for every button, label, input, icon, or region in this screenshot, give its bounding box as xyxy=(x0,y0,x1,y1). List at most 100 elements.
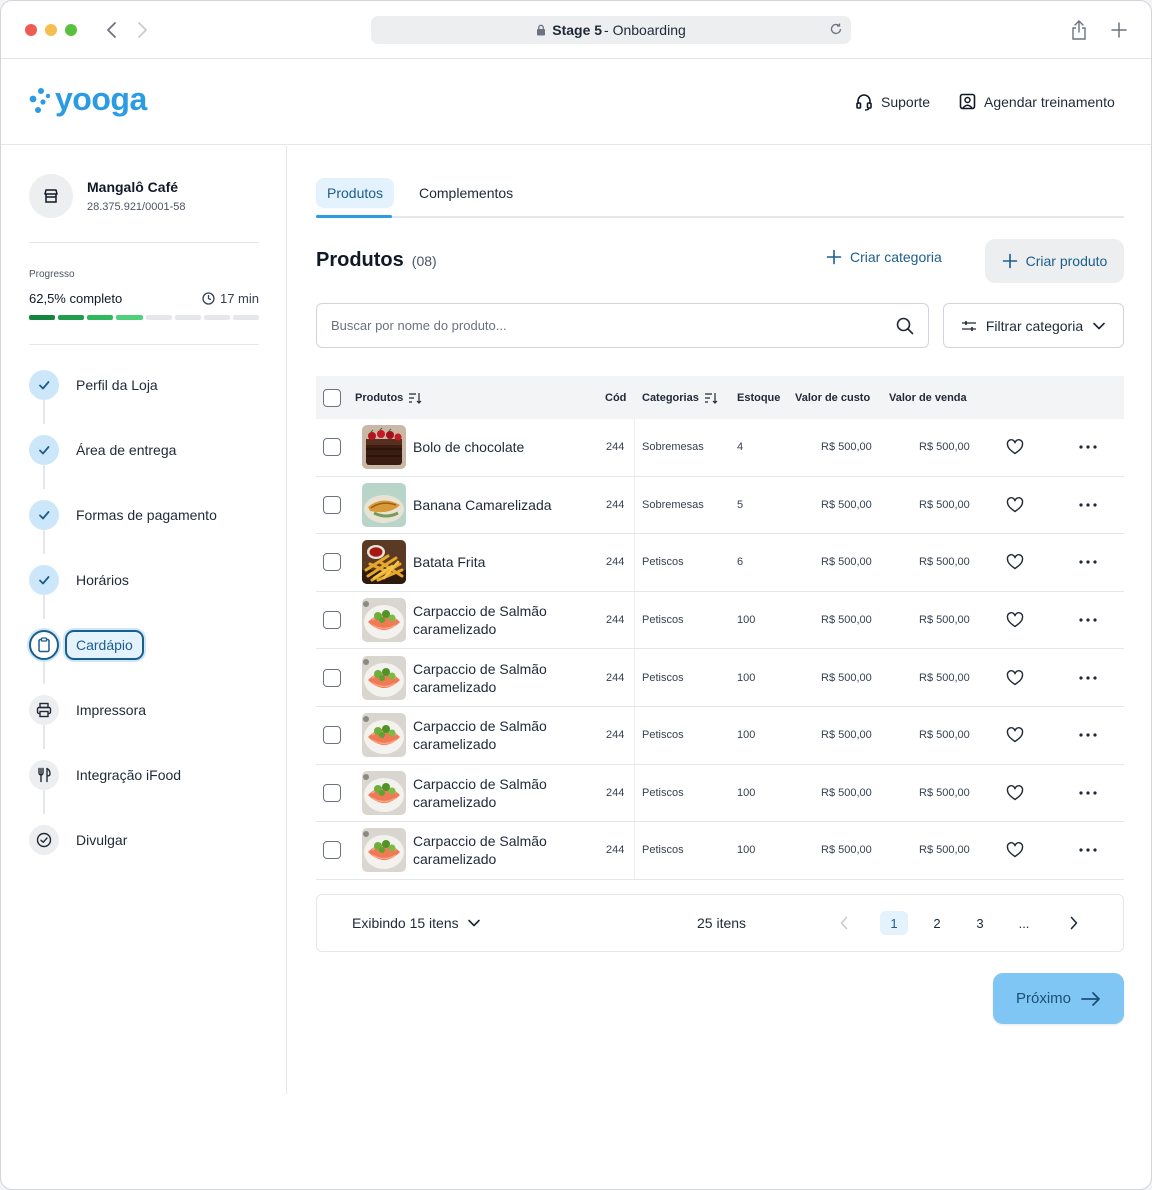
support-label: Suporte xyxy=(881,94,931,110)
step-formas-de-pagamento[interactable]: Formas de pagamento xyxy=(29,500,217,530)
product-name[interactable]: Carpaccio de Salmão caramelizado xyxy=(413,602,593,638)
more-options-icon[interactable] xyxy=(1079,707,1097,764)
row-checkbox[interactable] xyxy=(323,841,341,860)
table-row[interactable]: Carpaccio de Salmão caramelizado 244 Pet… xyxy=(316,706,1124,765)
clipboard-icon xyxy=(29,630,59,660)
step-cardapio[interactable]: Cardápio xyxy=(29,630,144,660)
row-checkbox[interactable] xyxy=(323,495,341,514)
heart-icon[interactable] xyxy=(1006,649,1024,706)
step-integracao-ifood[interactable]: Integração iFood xyxy=(29,760,181,790)
table-row[interactable]: Carpaccio de Salmão caramelizado 244 Pet… xyxy=(316,822,1124,880)
row-checkbox[interactable] xyxy=(323,438,341,457)
back-arrow-icon[interactable] xyxy=(99,17,123,43)
product-name[interactable]: Banana Camarelizada xyxy=(413,496,593,514)
active-tab-indicator xyxy=(316,215,392,218)
reload-icon[interactable] xyxy=(829,22,843,36)
product-image xyxy=(362,770,406,815)
heart-icon[interactable] xyxy=(1006,477,1024,534)
table-header: Produtos Cód Categorias Estoque Valor de… xyxy=(316,376,1124,419)
product-name[interactable]: Carpaccio de Salmão caramelizado xyxy=(413,832,593,868)
more-options-icon[interactable] xyxy=(1079,649,1097,706)
row-checkbox[interactable] xyxy=(323,553,341,572)
create-category-button[interactable]: Criar categoria xyxy=(826,249,942,265)
close-window-button[interactable] xyxy=(25,24,37,36)
more-options-icon[interactable] xyxy=(1079,592,1097,649)
fork-knife-icon xyxy=(29,760,59,790)
more-options-icon[interactable] xyxy=(1079,477,1097,534)
product-name[interactable]: Carpaccio de Salmão caramelizado xyxy=(413,775,593,811)
page-button-2[interactable]: 2 xyxy=(923,911,951,935)
product-price: R$ 500,00 xyxy=(919,614,970,627)
product-price: R$ 500,00 xyxy=(919,671,970,684)
search-box xyxy=(316,303,929,348)
product-name[interactable]: Carpaccio de Salmão caramelizado xyxy=(413,717,593,753)
product-category: Sobremesas xyxy=(642,498,704,511)
table-row[interactable]: Carpaccio de Salmão caramelizado 244 Pet… xyxy=(316,649,1124,707)
product-category: Petiscos xyxy=(642,671,684,684)
sidebar-divider xyxy=(29,344,259,345)
check-circle-icon xyxy=(29,825,59,855)
step-impressora[interactable]: Impressora xyxy=(29,695,146,725)
minimize-window-button[interactable] xyxy=(45,24,57,36)
table-row[interactable]: Bolo de chocolate 244 Sobremesas 4 R$ 50… xyxy=(316,419,1124,477)
items-per-page-dropdown[interactable]: Exibindo 15 itens xyxy=(352,915,481,931)
row-checkbox[interactable] xyxy=(323,726,341,745)
product-name[interactable]: Carpaccio de Salmão caramelizado xyxy=(413,660,593,696)
step-area-de-entrega[interactable]: Área de entrega xyxy=(29,435,176,465)
column-header-categorias[interactable]: Categorias xyxy=(642,376,718,419)
forward-arrow-icon[interactable] xyxy=(131,17,155,43)
tab-produtos[interactable]: Produtos xyxy=(316,178,395,208)
product-stock: 5 xyxy=(737,498,744,511)
search-icon[interactable] xyxy=(896,317,914,335)
heart-icon[interactable] xyxy=(1006,707,1024,764)
row-checkbox[interactable] xyxy=(323,611,341,630)
more-options-icon[interactable] xyxy=(1079,822,1097,879)
page-button-1[interactable]: 1 xyxy=(880,911,908,935)
product-image xyxy=(362,482,406,527)
step-label: Formas de pagamento xyxy=(76,507,217,523)
heart-icon[interactable] xyxy=(1006,419,1024,476)
page-button-3[interactable]: 3 xyxy=(966,911,994,935)
next-step-button[interactable]: Próximo xyxy=(993,973,1124,1024)
tab-complementos[interactable]: Complementos xyxy=(408,178,524,208)
share-icon[interactable] xyxy=(1068,19,1090,41)
yooga-logo-icon xyxy=(29,87,51,113)
column-header-produtos[interactable]: Produtos xyxy=(355,376,422,419)
heart-icon[interactable] xyxy=(1006,822,1024,879)
more-options-icon[interactable] xyxy=(1079,419,1097,476)
product-name[interactable]: Bolo de chocolate xyxy=(413,438,593,456)
product-name[interactable]: Batata Frita xyxy=(413,553,593,571)
maximize-window-button[interactable] xyxy=(65,24,77,36)
more-options-icon[interactable] xyxy=(1079,534,1097,591)
table-row[interactable]: Banana Camarelizada 244 Sobremesas 5 R$ … xyxy=(316,476,1124,535)
next-page-button[interactable] xyxy=(1060,911,1088,935)
store-card: Mangalô Café 28.375.921/0001-58 xyxy=(29,174,185,218)
previous-page-button[interactable] xyxy=(830,911,858,935)
search-input[interactable] xyxy=(331,318,896,333)
check-icon xyxy=(29,370,59,400)
heart-icon[interactable] xyxy=(1006,765,1024,822)
product-stock: 6 xyxy=(737,556,744,569)
step-divulgar[interactable]: Divulgar xyxy=(29,825,127,855)
heart-icon[interactable] xyxy=(1006,534,1024,591)
lock-icon xyxy=(536,24,546,36)
table-row[interactable]: Carpaccio de Salmão caramelizado 244 Pet… xyxy=(316,591,1124,650)
product-category: Sobremesas xyxy=(642,441,704,454)
table-row[interactable]: Carpaccio de Salmão caramelizado 244 Pet… xyxy=(316,764,1124,823)
step-horarios[interactable]: Horários xyxy=(29,565,129,595)
heart-icon[interactable] xyxy=(1006,592,1024,649)
step-perfil-da-loja[interactable]: Perfil da Loja xyxy=(29,370,158,400)
row-checkbox[interactable] xyxy=(323,668,341,687)
more-options-icon[interactable] xyxy=(1079,765,1097,822)
product-code: 244 xyxy=(606,786,625,799)
schedule-training-link[interactable]: Agendar treinamento xyxy=(959,93,1115,110)
address-bar[interactable]: Stage 5 - Onboarding xyxy=(371,16,851,44)
select-all-checkbox[interactable] xyxy=(323,388,341,407)
create-product-button[interactable]: Criar produto xyxy=(985,239,1124,283)
support-link[interactable]: Suporte xyxy=(855,93,930,111)
new-tab-plus-icon[interactable] xyxy=(1108,19,1130,41)
category-filter-dropdown[interactable]: Filtrar categoria xyxy=(943,303,1124,348)
row-checkbox[interactable] xyxy=(323,783,341,802)
yooga-logo[interactable]: yooga xyxy=(29,81,147,118)
table-row[interactable]: Batata Frita 244 Petiscos 6 R$ 500,00 R$… xyxy=(316,534,1124,592)
